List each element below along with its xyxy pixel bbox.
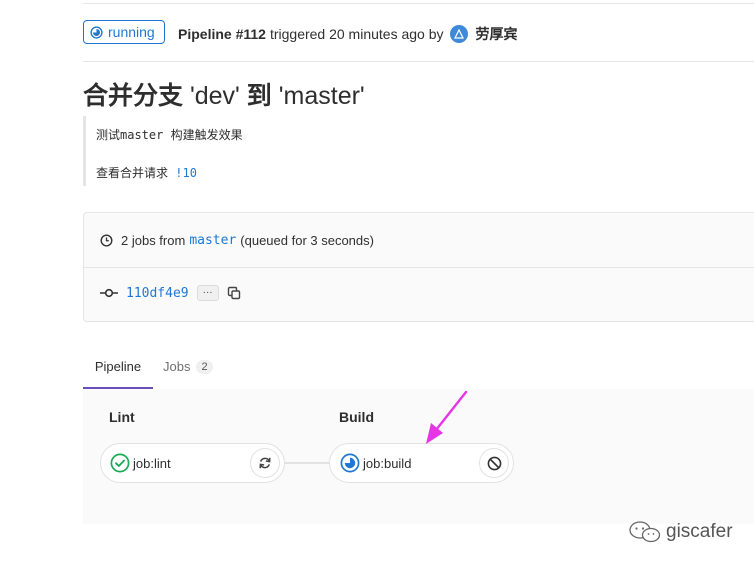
copy-icon: [227, 286, 240, 300]
stage-title-lint: Lint: [109, 409, 135, 425]
top-divider: [83, 3, 754, 4]
more-button[interactable]: ···: [196, 285, 219, 301]
author-name[interactable]: 劳厚宾: [476, 24, 518, 44]
stage-connector: [283, 462, 331, 464]
success-status-icon: [110, 453, 130, 473]
commit-message: 测试master 构建触发效果: [96, 128, 243, 142]
branch-link[interactable]: master: [189, 233, 236, 248]
commit-sha[interactable]: 110df4e9: [126, 286, 189, 301]
jobs-count-text: 2 jobs from: [121, 233, 186, 248]
running-status-icon: [90, 25, 103, 39]
wechat-icon: [629, 521, 661, 543]
job-name: job:lint: [133, 455, 171, 471]
tab-jobs[interactable]: Jobs 2: [163, 345, 213, 388]
commit-row: 110df4e9 ···: [100, 285, 241, 301]
user-avatar-icon: [453, 28, 464, 39]
tab-pipeline[interactable]: Pipeline: [83, 345, 153, 389]
job-build[interactable]: job:build: [329, 443, 514, 483]
queued-text: (queued for 3 seconds): [240, 233, 374, 248]
pipeline-header: running Pipeline #112 triggered 20 minut…: [83, 20, 754, 60]
cancel-icon: [487, 456, 501, 470]
page-title: 合并分支 'dev' 到 'master': [83, 76, 365, 112]
copy-button[interactable]: [227, 286, 241, 300]
annotation-arrow-icon: [426, 390, 468, 444]
jobs-count-badge: 2: [196, 359, 213, 374]
status-label: running: [108, 24, 155, 40]
cancel-button[interactable]: [479, 448, 509, 478]
title-prefix: 合并分支: [83, 82, 184, 110]
merge-request-link[interactable]: !10: [175, 166, 197, 180]
watermark-text: giscafer: [666, 521, 733, 542]
merge-request-line: 查看合并请求 !10: [96, 164, 197, 181]
pipeline-tabs: Pipeline Jobs 2: [83, 345, 754, 390]
jobs-summary: 2 jobs from master (queued for 3 seconds…: [100, 233, 374, 248]
target-branch: 'master': [278, 82, 365, 110]
job-lint[interactable]: job:lint: [100, 443, 285, 483]
commit-description: 测试master 构建触发效果 查看合并请求 !10: [83, 116, 286, 186]
triggered-text: triggered 20 minutes ago by: [269, 26, 444, 42]
clock-icon: [100, 234, 113, 247]
pipeline-id[interactable]: Pipeline #112: [178, 26, 266, 42]
pipeline-info: Pipeline #112 triggered 20 minutes ago b…: [178, 24, 518, 44]
summary-divider: [84, 267, 754, 268]
title-connector: 到: [246, 82, 272, 110]
status-badge[interactable]: running: [83, 20, 165, 44]
tab-jobs-label: Jobs: [163, 359, 191, 374]
header-divider: [83, 61, 754, 62]
merge-request-text: 查看合并请求: [96, 166, 169, 180]
avatar[interactable]: [449, 25, 468, 43]
running-status-icon: [340, 453, 360, 473]
source-branch: 'dev': [189, 82, 240, 110]
retry-icon: [259, 457, 271, 469]
retry-button[interactable]: [250, 448, 280, 478]
stage-title-build: Build: [339, 409, 374, 425]
job-name: job:build: [363, 455, 412, 471]
commit-icon: [100, 288, 118, 298]
watermark: giscafer: [628, 520, 733, 544]
pipeline-summary: 2 jobs from master (queued for 3 seconds…: [83, 212, 754, 322]
